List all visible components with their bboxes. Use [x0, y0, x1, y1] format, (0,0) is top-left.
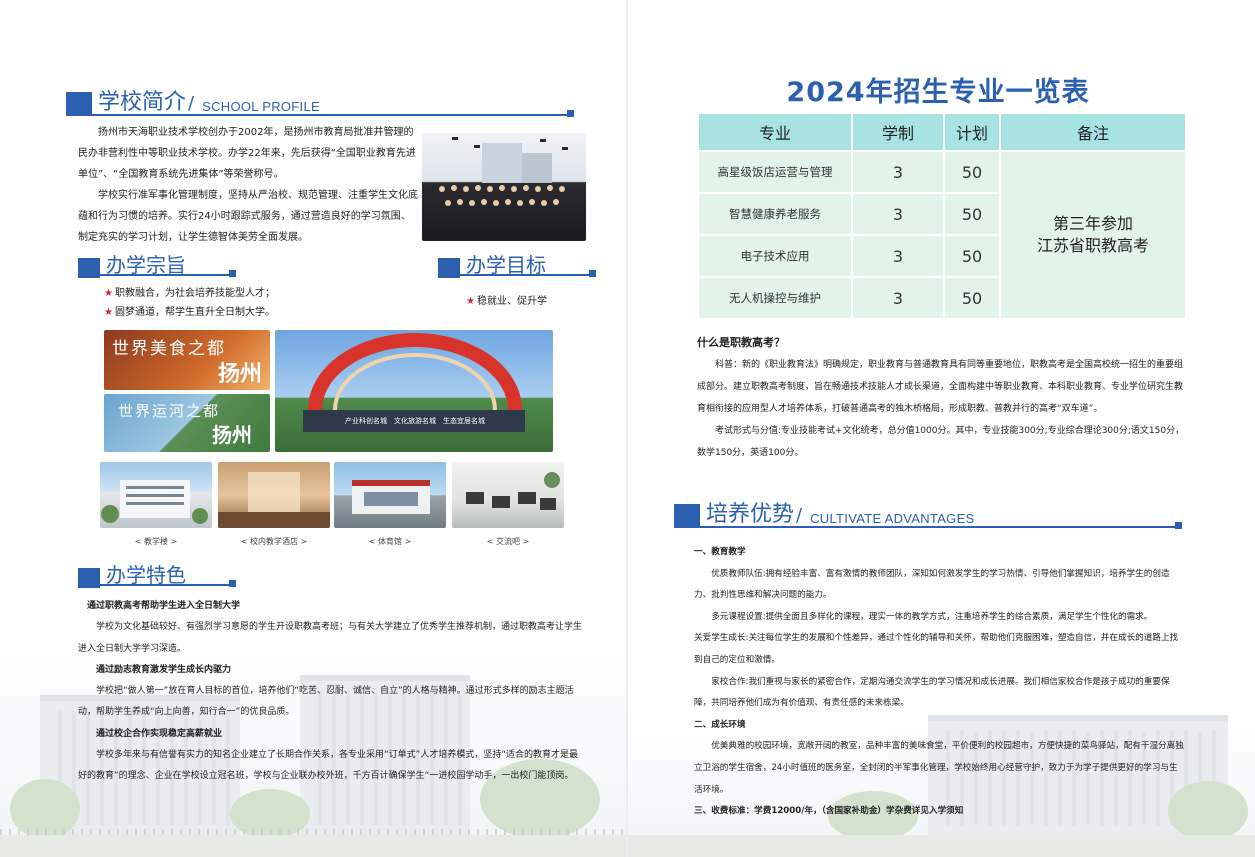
teaching-building-photo: [100, 462, 212, 528]
exam-question: 什么是职教高考？: [697, 336, 785, 349]
food-banner-text: 世界美食之都: [112, 339, 226, 359]
feature-heading: 通过校企合作实现稳定高薪就业: [96, 728, 223, 739]
goal-list: ★ 稳就业、促升学: [466, 292, 547, 311]
right-page: 2024年招生专业一览表 专业 学制 计划 备注 高星级饭店运营与管理 3 50…: [628, 0, 1255, 857]
photo-caption: < 教学楼 >: [134, 537, 178, 546]
cell-plan: 50: [945, 194, 999, 234]
header-note: 备注: [1001, 114, 1185, 150]
advantages-heading: 培养优势 / CULTIVATE ADVANTAGES: [674, 502, 975, 528]
city-name-text: 扬州: [212, 423, 252, 447]
header-years: 学制: [853, 114, 943, 150]
advantage-section-heading: 一、教育教学: [694, 547, 746, 557]
left-page: 学校简介 / SCHOOL PROFILE 扬州市天海职业技术学校创办于2002…: [0, 0, 627, 857]
advantage-paragraph: 关爱学生成长:关注每位学生的发展和个性差异，通过个性化的辅导和关怀，帮助他们克服…: [694, 633, 1179, 665]
heading-square-icon: [438, 258, 460, 278]
cell-years: 3: [853, 278, 943, 318]
advantage-paragraph: 优美典雅的校园环境，宽敞开阔的教室，品种丰富的美味食堂，平价便利的校园超市，方便…: [694, 741, 1184, 795]
canal-capital-banner: 世界运河之都 扬州: [104, 394, 270, 452]
exam-paragraph-1: 科普：新的《职业教育法》明确规定，职业教育与普通教育具有同等重要地位，职教高考是…: [697, 360, 1184, 414]
canal-banner-text: 世界运河之都: [118, 402, 221, 420]
photo-caption: < 交流吧 >: [486, 537, 530, 546]
cell-years: 3: [853, 152, 943, 192]
profile-paragraph-2: 学校实行准军事化管理制度，坚持从严治校、规范管理、注重学生文化底蕴和行为习惯的培…: [78, 190, 418, 243]
cell-plan: 50: [945, 152, 999, 192]
feature-heading: 通过励志教育激发学生成长内驱力: [96, 664, 232, 675]
advantage-paragraph: 优质教师队伍:拥有经验丰富、富有激情的教师团队，深知如何激发学生的学习热情、引导…: [694, 568, 1170, 601]
profile-text: 扬州市天海职业技术学校创办于2002年，是扬州市教育局批准并管理的民办非营利性中…: [78, 122, 418, 248]
profile-title: 学校简介: [98, 90, 187, 115]
table-row: 高星级饭店运营与管理 3 50 第三年参加 江苏省职教高考: [699, 152, 1185, 318]
heading-square-icon: [78, 258, 100, 278]
features-text: 通过职教高考帮助学生进入全日制大学 学校为文化基础较好、有强烈学习意愿的学生开设…: [78, 596, 584, 788]
goal-item: ★ 稳就业、促升学: [466, 296, 547, 307]
feature-heading: 通过职教高考帮助学生进入全日制大学: [87, 601, 241, 611]
exam-paragraph-2: 考试形式与分值:专业技能考试+文化统考，总分值1000分。其中，专业技能300分…: [697, 426, 1185, 458]
majors-table: 专业 学制 计划 备注 高星级饭店运营与管理 3 50 第三年参加 江苏省职教高…: [697, 112, 1187, 320]
note-line: 江苏省职教高考: [1036, 236, 1149, 255]
heading-square-icon: [66, 92, 92, 116]
cell-major: 智慧健康养老服务: [699, 194, 851, 234]
profile-heading: 学校简介 / SCHOOL PROFILE: [66, 90, 320, 116]
cell-major: 无人机操控与维护: [699, 278, 851, 318]
advantages-text: 一、教育教学 优质教师队伍:拥有经验丰富、富有激情的教师团队，深知如何激发学生的…: [694, 542, 1186, 823]
advantage-paragraph: 家校合作:我们重视与家长的紧密合作，定期沟通交流学生的学习情况和成长进展。我们相…: [694, 676, 1170, 709]
profile-underline: [92, 110, 574, 117]
cell-major: 高星级饭店运营与管理: [699, 152, 851, 192]
purpose-list: ★ 职教融合，为社会培养技能型人才； ★ 圆梦通道，帮学生直升全日制大学。: [104, 284, 275, 322]
purpose-underline: [100, 270, 236, 277]
table-header-row: 专业 学制 计划 备注: [699, 114, 1185, 150]
food-capital-banner: 世界美食之都 扬州: [104, 330, 270, 390]
cell-years: 3: [853, 194, 943, 234]
advantage-section-heading: 三、收费标准：学费12000/年，（含国家补助金）学杂费详见入学须知: [694, 806, 964, 817]
cell-years: 3: [853, 236, 943, 276]
star-bullet-icon: ★: [104, 288, 113, 299]
yangzhou-arch-photo: 产业科创名城 文化旅游名城 生态宜居名城: [275, 330, 553, 452]
graduation-photo: [422, 133, 586, 241]
advantage-paragraph: 多元课程设置:提供全面且多样化的课程，理实一体的教学方式，注重培养学生的综合素质…: [711, 611, 1153, 622]
profile-paragraph-1: 扬州市天海职业技术学校创办于2002年，是扬州市教育局批准并管理的民办非营利性中…: [78, 127, 416, 180]
note-line: 第三年参加: [1052, 214, 1133, 233]
training-hotel-photo: [218, 462, 330, 528]
arch-slogan-text: 产业科创名城 文化旅游名城 生态宜居名城: [345, 417, 485, 425]
purpose-item: ★ 职教融合，为社会培养技能型人才；: [104, 288, 275, 299]
exam-text: 科普：新的《职业教育法》明确规定，职业教育与普通教育具有同等重要地位，职教高考是…: [697, 354, 1187, 464]
heading-square-icon: [78, 568, 100, 588]
advantages-title: 培养优势: [706, 502, 795, 527]
advantages-underline: [700, 522, 1182, 529]
purpose-item: ★ 圆梦通道，帮学生直升全日制大学。: [104, 307, 275, 318]
header-plan: 计划: [945, 114, 999, 150]
photo-caption: < 校内教学酒店 >: [240, 537, 308, 546]
header-major: 专业: [699, 114, 851, 150]
goal-underline: [460, 270, 596, 277]
enrollment-table-title: 2024年招生专业一览表: [786, 77, 1090, 108]
star-bullet-icon: ★: [104, 307, 113, 318]
star-bullet-icon: ★: [466, 296, 475, 307]
advantage-section-heading: 二、成长环境: [694, 719, 746, 730]
feature-paragraph: 学校为文化基础较好、有强烈学习意愿的学生开设职教高考班；与有关大学建立了优秀学生…: [78, 622, 583, 654]
city-name-text: 扬州: [217, 361, 262, 387]
cell-plan: 50: [945, 278, 999, 318]
cell-major: 电子技术应用: [699, 236, 851, 276]
photo-caption: < 体育馆 >: [368, 537, 412, 546]
cell-plan: 50: [945, 236, 999, 276]
features-underline: [100, 580, 236, 587]
heading-square-icon: [674, 504, 700, 528]
feature-paragraph: 学校多年来与有信誉有实力的知名企业建立了长期合作关系，各专业采用“订单式”人才培…: [78, 750, 578, 782]
cell-note: 第三年参加 江苏省职教高考: [1001, 152, 1185, 318]
feature-paragraph: 学校把“做人第一”放在育人目标的首位，培养他们“吃苦、忍耐、诚信、自立”的人格与…: [78, 686, 574, 718]
lounge-photo: [452, 462, 564, 528]
gymnasium-photo: [334, 462, 446, 528]
